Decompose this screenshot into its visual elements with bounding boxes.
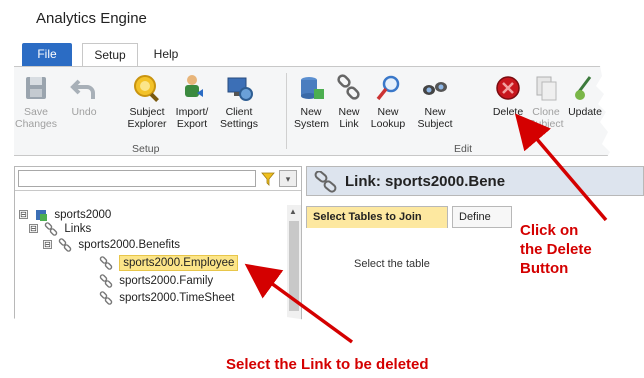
scroll-up-icon[interactable]: ▲ [289, 207, 297, 216]
client-settings-label-2: Settings [220, 118, 258, 130]
client-settings-icon [227, 77, 253, 101]
save-changes-button[interactable]: Save Changes [14, 73, 58, 130]
link-icon [44, 222, 58, 236]
link-detail-panel: Link: sports2000.Bene Select Tables to J… [306, 166, 644, 326]
explorer-search-input[interactable] [18, 170, 256, 187]
import-export-icon [185, 75, 203, 97]
save-label-1: Save [24, 106, 48, 118]
new-link-label-2: Link [339, 118, 359, 130]
delete-icon [496, 76, 520, 100]
clone-subject-icon [536, 76, 557, 101]
delete-label: Delete [492, 106, 524, 118]
tab-help[interactable]: Help [144, 43, 188, 66]
annotation-line-3: Button [520, 260, 569, 277]
new-lookup-button[interactable]: New Lookup [366, 73, 410, 130]
search-dropdown-button[interactable]: ▾ [279, 170, 297, 187]
clone-subject-button[interactable]: Clone Subject [528, 73, 564, 130]
new-system-button[interactable]: New System [294, 73, 330, 130]
new-system-icon [301, 77, 324, 99]
scrollbar-thumb[interactable] [289, 221, 299, 311]
filter-icon[interactable] [261, 172, 275, 186]
title-bar: Analytics Engine [0, 0, 644, 38]
tree-node-label: Links [64, 223, 92, 235]
new-subject-label-1: New [424, 106, 446, 118]
subject-explorer-label-2: Explorer [127, 118, 167, 130]
link-icon [314, 171, 337, 193]
tree-node-employee[interactable]: sports2000.Employee [99, 255, 239, 271]
new-link-icon [337, 74, 360, 100]
clone-subject-label-2: Subject [528, 118, 564, 130]
undo-icon [70, 79, 95, 99]
subject-explorer-button[interactable]: Subject Explorer [124, 73, 170, 130]
app-title: Analytics Engine [36, 10, 147, 27]
new-subject-label-2: Subject [417, 118, 453, 130]
link-icon [99, 274, 113, 288]
delete-button-annotation: Click on the Delete Button [520, 221, 592, 278]
undo-button[interactable]: Undo [66, 73, 102, 118]
collapse-toggle[interactable]: ⊟ [43, 240, 52, 250]
torn-bottom-decoration [0, 315, 644, 352]
tree-node-label: sports2000 [54, 209, 112, 221]
clone-subject-label-1: Clone [532, 106, 560, 118]
import-export-button[interactable]: Import/ Export [172, 73, 212, 130]
detail-tabs: Select Tables to Join Define [306, 206, 644, 228]
tab-setup[interactable]: Setup [82, 43, 138, 66]
collapse-toggle[interactable]: ⊟ [29, 224, 38, 234]
subject-explorer-icon [134, 75, 159, 102]
explorer-panel: ▾ ⊟ sports2000 ⊟ Links ⊟ sports2000.Bene… [14, 166, 302, 326]
link-icon [99, 256, 113, 270]
annotation-line-1: Click on [520, 222, 579, 239]
delete-button[interactable]: Delete [490, 73, 526, 118]
collapse-toggle[interactable]: ⊟ [19, 210, 28, 220]
new-subject-button[interactable]: New Subject [412, 73, 458, 130]
new-subject-icon [423, 82, 447, 95]
new-lookup-label-2: Lookup [370, 118, 406, 130]
import-export-label-2: Export [176, 118, 208, 130]
new-link-label-1: New [338, 106, 360, 118]
annotation-line-2: the Delete [520, 241, 592, 258]
detail-title: Link: sports2000.Bene [345, 173, 506, 190]
new-lookup-label-1: New [377, 106, 399, 118]
ribbon-toolbar: Save Changes Undo Subject Explorer Impor… [14, 66, 644, 156]
save-icon [26, 77, 46, 99]
explorer-tree: ⊟ sports2000 ⊟ Links ⊟ sports2000.Benefi… [15, 205, 287, 327]
tree-node-benefits[interactable]: ⊟ sports2000.Benefits [43, 237, 180, 253]
ribbon-group-edit-label: Edit [454, 143, 473, 155]
tree-node-label: sports2000.Benefits [78, 239, 181, 251]
explorer-search-bar: ▾ [15, 167, 301, 191]
ribbon-group-setup-label: Setup [132, 143, 160, 155]
ribbon-tab-bar: File Setup Help [0, 40, 644, 66]
undo-label: Undo [71, 106, 97, 118]
select-link-annotation: Select the Link to be deleted [226, 356, 429, 373]
new-link-button[interactable]: New Link [334, 73, 364, 130]
link-icon [99, 291, 113, 305]
save-label-2: Changes [14, 118, 58, 130]
analytics-engine-window: Analytics Engine File Setup Help Save Ch… [0, 0, 644, 378]
tree-node-label: sports2000.TimeSheet [119, 292, 235, 304]
tab-file[interactable]: File [22, 43, 72, 66]
explorer-scrollbar[interactable]: ▲ [287, 205, 301, 325]
subject-explorer-label-1: Subject [129, 106, 165, 118]
tree-node-label: sports2000.Family [119, 275, 214, 287]
tree-node-links[interactable]: ⊟ Links [29, 221, 91, 237]
detail-body-text: Select the table [354, 258, 430, 270]
client-settings-button[interactable]: Client Settings [216, 73, 262, 130]
tree-node-family[interactable]: sports2000.Family [99, 273, 213, 289]
tree-node-timesheet[interactable]: sports2000.TimeSheet [99, 290, 234, 306]
database-icon [36, 209, 48, 221]
new-system-label-1: New [300, 106, 322, 118]
new-system-label-2: System [294, 118, 330, 130]
tab-select-tables[interactable]: Select Tables to Join [306, 206, 448, 228]
client-settings-label-1: Client [225, 106, 253, 118]
ribbon-group-separator [286, 73, 287, 149]
import-export-label-1: Import/ [175, 106, 209, 118]
detail-header: Link: sports2000.Bene [306, 166, 644, 196]
tab-define[interactable]: Define [452, 206, 512, 228]
tree-node-label-selected: sports2000.Employee [119, 255, 239, 271]
new-lookup-icon [376, 75, 400, 101]
link-icon [58, 238, 72, 252]
